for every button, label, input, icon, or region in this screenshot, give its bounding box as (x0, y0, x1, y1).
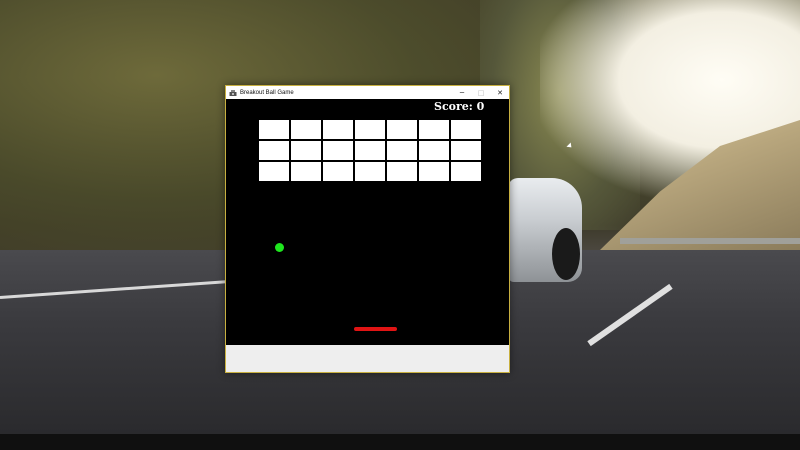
close-button[interactable]: ✕ (491, 86, 509, 99)
brick (323, 162, 353, 181)
brick (291, 120, 321, 139)
brick (419, 141, 449, 160)
brick (259, 162, 289, 181)
brick (323, 141, 353, 160)
brick-wall (259, 120, 484, 182)
brick (259, 120, 289, 139)
brick (355, 120, 385, 139)
ball (275, 243, 284, 252)
window-titlebar[interactable]: Breakout Ball Game ─ □ ✕ (226, 86, 509, 99)
wallpaper-car-wheel (552, 228, 580, 280)
minimize-button[interactable]: ─ (453, 86, 471, 99)
brick (451, 162, 481, 181)
window-bottom-panel (226, 345, 509, 372)
brick (355, 162, 385, 181)
brick (419, 162, 449, 181)
brick (323, 120, 353, 139)
brick (419, 120, 449, 139)
brick (355, 141, 385, 160)
taskbar (0, 434, 800, 450)
brick (451, 120, 481, 139)
brick (387, 162, 417, 181)
game-window[interactable]: Breakout Ball Game ─ □ ✕ Score: 0 (225, 85, 510, 373)
brick (387, 120, 417, 139)
game-canvas[interactable]: Score: 0 (226, 99, 509, 345)
brick (387, 141, 417, 160)
brick (291, 141, 321, 160)
paddle[interactable] (354, 327, 397, 331)
brick (259, 141, 289, 160)
wallpaper-guardrail (620, 238, 800, 244)
maximize-button[interactable]: □ (472, 86, 490, 99)
brick (451, 141, 481, 160)
window-title: Breakout Ball Game (240, 89, 294, 96)
game-icon (229, 89, 237, 97)
score-label: Score: 0 (434, 100, 485, 113)
brick (291, 162, 321, 181)
